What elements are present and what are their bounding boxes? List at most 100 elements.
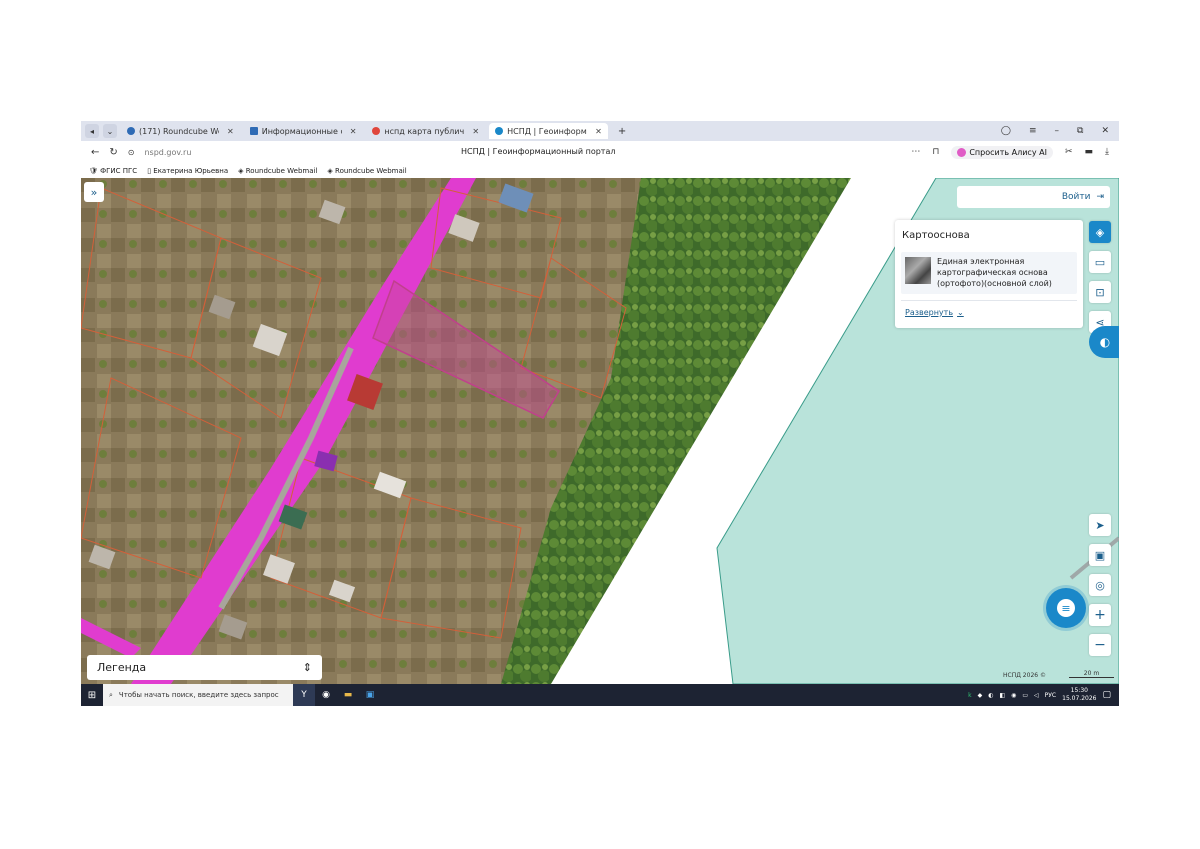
notifications-icon[interactable]: ▢ xyxy=(1102,690,1111,700)
bookmark-item[interactable]: ◈ Roundcube Webmail xyxy=(327,167,406,175)
windows-start-icon[interactable]: ⊞ xyxy=(81,684,103,706)
close-icon[interactable]: ✕ xyxy=(595,127,602,136)
taskbar-search-input[interactable]: ⌕ Чтобы начать поиск, введите здесь запр… xyxy=(103,684,293,706)
tab-label: Информационные сообщения xyxy=(261,126,342,136)
system-tray: k ◆ ◐ ◧ ◉ ▭ ◁ РУС 15:30 15.07.2026 ▢ xyxy=(968,687,1119,703)
profile-icon[interactable]: ◯ xyxy=(1001,126,1011,136)
basemap-title: Картооснова xyxy=(902,230,970,241)
reload-icon[interactable]: ↻ xyxy=(109,147,117,158)
roundcube-icon xyxy=(127,127,135,135)
wallet-icon[interactable]: ▬ xyxy=(1085,147,1094,157)
tray-icon[interactable]: ◉ xyxy=(1011,692,1016,699)
minimize-icon[interactable]: – xyxy=(1055,126,1060,136)
minus-icon: − xyxy=(1094,637,1106,653)
alice-label: Спросить Алису AI xyxy=(969,147,1047,157)
network-icon[interactable]: ▭ xyxy=(1022,692,1028,699)
close-icon[interactable]: ✕ xyxy=(350,127,357,136)
time: 15:30 xyxy=(1070,687,1088,694)
chat-button[interactable]: ≡ xyxy=(1046,588,1086,628)
close-icon[interactable]: ✕ xyxy=(227,127,234,136)
bookmark-item[interactable]: ▯ Екатерина Юрьевна xyxy=(147,167,228,175)
tab-label: нспд карта публичная кадастровая xyxy=(384,126,465,136)
download-icon[interactable]: ⤓ xyxy=(1105,147,1109,157)
geolocation-button[interactable]: ◎ xyxy=(1089,574,1111,596)
minimap-icon: ▣ xyxy=(1094,548,1106,562)
select-area-button[interactable]: ⊡ xyxy=(1089,281,1111,303)
search-placeholder: Чтобы начать поиск, введите здесь запрос xyxy=(118,691,279,699)
assistant-icon: ◐ xyxy=(1099,335,1111,349)
back-arrow-icon[interactable]: ← xyxy=(91,147,99,158)
expand-label: Развернуть xyxy=(905,308,954,317)
bookmark-label: Roundcube Webmail xyxy=(245,166,318,175)
scale-bar: 20 m xyxy=(1069,670,1114,678)
close-icon[interactable]: ✕ xyxy=(472,127,479,136)
window-controls: ◯ ≡ – ⧉ ✕ xyxy=(1001,126,1119,136)
layers-icon: ◈ xyxy=(1095,225,1105,239)
bookmark-item[interactable]: 🛡 ФГИС ПГС xyxy=(89,167,137,175)
assistant-badge-button[interactable]: ◐ xyxy=(1089,326,1119,358)
basemap-item[interactable]: Единая электронная картографическая осно… xyxy=(901,252,1077,294)
tray-icon[interactable]: ◐ xyxy=(988,692,993,699)
yandex-browser-icon[interactable]: Y xyxy=(293,684,315,706)
alice-icon xyxy=(957,147,967,157)
edge-icon[interactable]: ◉ xyxy=(315,684,337,706)
plus-icon: + xyxy=(1094,607,1106,623)
ask-alice-button[interactable]: Спросить Алису AI xyxy=(951,145,1053,159)
login-button[interactable]: Войти ⇥ xyxy=(957,186,1110,208)
page-title: НСПД | Геоинформационный портал xyxy=(461,147,616,156)
login-icon: ⇥ xyxy=(1096,192,1104,202)
bookmark-icon[interactable]: ⊓ xyxy=(932,147,939,157)
select-area-icon: ⊡ xyxy=(1095,285,1105,299)
expand-sidebar-button[interactable]: » xyxy=(84,182,104,202)
menu-icon[interactable]: ≡ xyxy=(1029,126,1037,136)
new-tab-button[interactable]: + xyxy=(612,123,632,139)
basemap-expand-link[interactable]: Развернуть ⌄ xyxy=(905,308,964,317)
tray-icon[interactable]: ◆ xyxy=(978,692,983,699)
windows-taskbar: ⊞ ⌕ Чтобы начать поиск, введите здесь за… xyxy=(81,684,1119,706)
bookmark-label: ФГИС ПГС xyxy=(100,166,138,175)
tab-label: НСПД | Геоинформационный портал xyxy=(507,126,587,136)
volume-icon[interactable]: ◁ xyxy=(1034,692,1039,699)
zoom-out-button[interactable]: − xyxy=(1089,634,1111,656)
bookmarks-bar: 🛡 ФГИС ПГС ▯ Екатерина Юрьевна ◈ Roundcu… xyxy=(81,163,1119,178)
tray-icon[interactable]: ◧ xyxy=(999,692,1005,699)
zoom-in-button[interactable]: + xyxy=(1089,604,1111,626)
browser-tab-bar: ◂ ⌄ (171) Roundcube Webmail ✕ Информацио… xyxy=(81,121,1119,141)
language-indicator[interactable]: РУС xyxy=(1045,692,1056,699)
restore-icon[interactable]: ⧉ xyxy=(1077,126,1083,136)
map-canvas[interactable]: » Войти ⇥ Картооснова Единая электронная… xyxy=(81,178,1119,684)
folder-icon[interactable]: ▬ xyxy=(337,684,359,706)
updown-chevron-icon: ⇕ xyxy=(302,661,312,674)
target-icon: ◎ xyxy=(1095,578,1105,592)
app-icon[interactable]: ▣ xyxy=(359,684,381,706)
info-icon xyxy=(249,127,258,135)
layers-button[interactable]: ◈ xyxy=(1089,221,1111,243)
address-bar: ← ↻ ⊙ nspd.gov.ru НСПД | Геоинформационн… xyxy=(81,141,1119,163)
locate-button[interactable]: ➤ xyxy=(1089,514,1111,536)
tab-label: (171) Roundcube Webmail xyxy=(139,126,219,136)
ruler-button[interactable]: ▭ xyxy=(1089,251,1111,273)
tab-nspd[interactable]: НСПД | Геоинформационный портал ✕ xyxy=(489,123,608,139)
tab-search[interactable]: нспд карта публичная кадастровая ✕ xyxy=(366,123,485,139)
basemap-panel: Картооснова Единая электронная картограф… xyxy=(895,220,1083,328)
back-tab-icon[interactable]: ◂ xyxy=(85,124,99,138)
clock[interactable]: 15:30 15.07.2026 xyxy=(1062,687,1096,703)
divider xyxy=(901,300,1077,301)
close-window-icon[interactable]: ✕ xyxy=(1101,126,1109,136)
bookmark-item[interactable]: ◈ Roundcube Webmail xyxy=(238,167,317,175)
kaspersky-icon[interactable]: k xyxy=(968,692,971,699)
url-field[interactable]: nspd.gov.ru xyxy=(144,148,191,157)
more-icon[interactable]: ⋯ xyxy=(911,147,920,157)
legend-label: Легенда xyxy=(97,661,147,674)
legend-dropdown[interactable]: Легенда ⇕ xyxy=(87,655,322,680)
bookmark-label: Екатерина Юрьевна xyxy=(153,166,229,175)
basemap-thumbnail xyxy=(905,257,931,284)
extension-icon[interactable]: ✂ xyxy=(1065,147,1073,157)
minimap-button[interactable]: ▣ xyxy=(1089,544,1111,566)
tab-roundcube[interactable]: (171) Roundcube Webmail ✕ xyxy=(121,123,240,139)
chevron-down-icon[interactable]: ⌄ xyxy=(103,124,117,138)
tab-info-messages[interactable]: Информационные сообщения ✕ xyxy=(244,123,363,139)
security-icon: ⊙ xyxy=(127,147,135,157)
double-chevron-right-icon: » xyxy=(90,185,98,199)
globe-icon xyxy=(495,127,504,135)
